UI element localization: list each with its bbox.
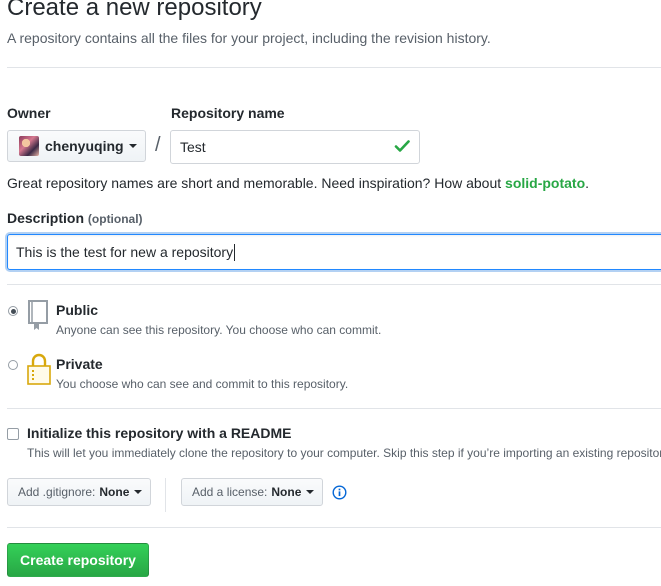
name-hint-text: Great repository names are short and mem…	[7, 175, 506, 191]
readme-checkbox[interactable]	[7, 428, 19, 440]
page-subtitle: A repository contains all the files for …	[7, 30, 491, 46]
owner-dropdown[interactable]: chenyuqing	[7, 130, 146, 162]
license-value: None	[271, 485, 302, 499]
owner-label: Owner	[7, 105, 51, 121]
create-repository-button[interactable]: Create repository	[7, 543, 149, 577]
repository-name-value: Test	[180, 139, 206, 155]
radio-private[interactable]	[8, 360, 18, 370]
name-hint-suffix: .	[585, 175, 590, 191]
description-label-text: Description	[7, 210, 85, 226]
page-title: Create a new repository	[7, 0, 262, 21]
check-icon	[394, 140, 410, 152]
license-dropdown[interactable]: Add a license: None	[181, 478, 323, 506]
gitignore-value: None	[99, 485, 130, 499]
divider	[7, 527, 661, 528]
gitignore-dropdown[interactable]: Add .gitignore: None	[7, 478, 151, 506]
separator-line	[165, 478, 166, 512]
description-label: Description (optional)	[7, 210, 143, 226]
avatar	[19, 136, 39, 156]
info-icon[interactable]	[332, 485, 347, 500]
description-value: This is the test for new a repository	[16, 244, 234, 260]
caret-down-icon	[128, 144, 137, 148]
repo-name-label: Repository name	[171, 105, 285, 121]
caret-down-icon	[306, 490, 315, 494]
license-label: Add a license:	[192, 485, 268, 499]
optional-tag: (optional)	[87, 212, 143, 226]
repository-name-input[interactable]: Test	[170, 130, 420, 164]
name-hint: Great repository names are short and mem…	[7, 175, 589, 191]
owner-repo-separator: /	[155, 134, 161, 156]
private-note: You choose who can see and commit to thi…	[56, 377, 349, 391]
divider	[7, 284, 661, 285]
readme-note: This will let you immediately clone the …	[27, 446, 661, 460]
repo-book-icon	[28, 300, 48, 330]
private-title: Private	[56, 356, 103, 372]
caret-down-icon	[134, 490, 143, 494]
description-input[interactable]: This is the test for new a repository	[7, 234, 661, 270]
owner-name: chenyuqing	[45, 138, 124, 154]
public-title: Public	[56, 302, 99, 318]
text-cursor	[234, 243, 236, 261]
lock-icon	[27, 353, 51, 385]
readme-title: Initialize this repository with a README	[27, 425, 292, 441]
name-suggestion-link[interactable]: solid-potato	[505, 175, 585, 191]
gitignore-label: Add .gitignore:	[18, 485, 96, 499]
radio-public[interactable]	[8, 306, 18, 316]
public-note: Anyone can see this repository. You choo…	[56, 323, 382, 337]
divider	[7, 408, 661, 409]
divider	[7, 67, 661, 68]
